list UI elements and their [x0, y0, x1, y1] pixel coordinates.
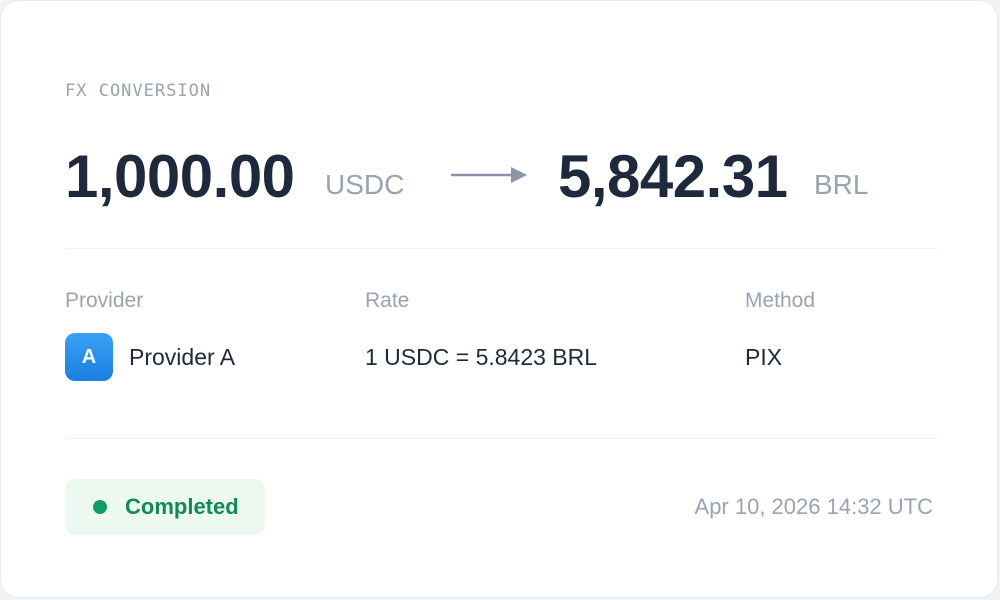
method-value: PIX — [745, 344, 783, 370]
timestamp: Apr 10, 2026 14:32 UTC — [694, 494, 933, 519]
from-amount: 1,000.00 — [65, 143, 295, 210]
provider-header: Provider — [65, 289, 144, 312]
rate-header: Rate — [365, 289, 410, 312]
divider — [65, 438, 937, 439]
conversion-amounts: 1,000.00 USDC 5,842.31 BRL — [65, 141, 945, 221]
rate-value: 1 USDC = 5.8423 BRL — [365, 344, 598, 370]
divider — [65, 248, 937, 249]
card-label: FX CONVERSION — [65, 81, 212, 101]
to-currency: BRL — [814, 169, 869, 200]
method-header: Method — [745, 289, 816, 312]
provider-avatar: A — [65, 333, 113, 381]
arrow-right-icon — [451, 167, 527, 183]
provider-name: Provider A — [129, 344, 236, 370]
status-dot-icon — [93, 500, 107, 514]
from-currency: USDC — [325, 169, 405, 200]
fx-conversion-card: FX CONVERSION 1,000.00 USDC 5,842.31 BRL… — [0, 0, 998, 598]
status-badge: Completed — [65, 479, 265, 535]
to-amount: 5,842.31 — [558, 143, 788, 210]
status-label: Completed — [125, 494, 239, 519]
